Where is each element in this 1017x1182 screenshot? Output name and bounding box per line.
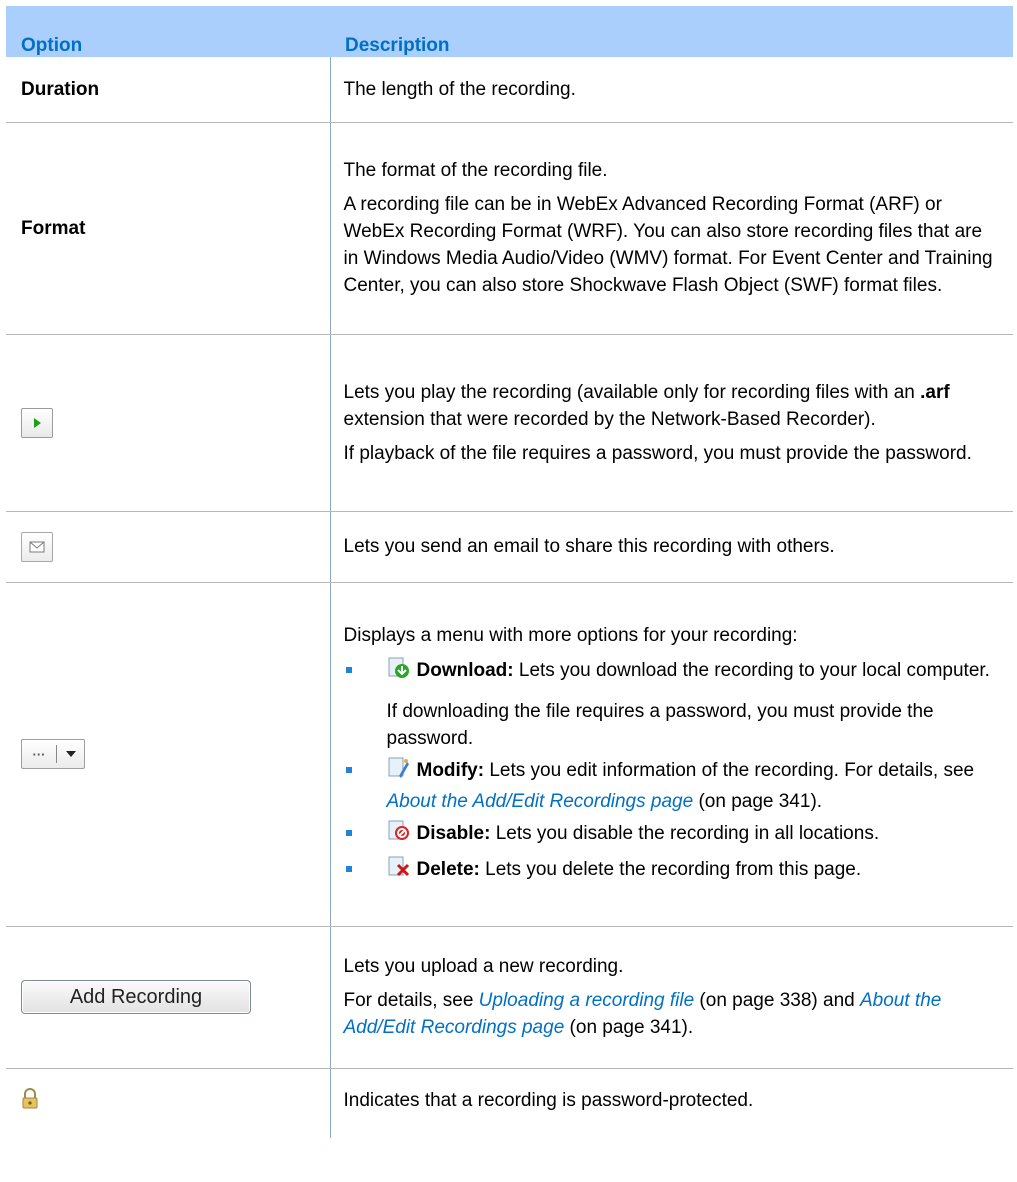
add-text-2: For details, see Uploading a recording f… <box>344 987 1000 1041</box>
option-duration: Duration <box>6 57 330 123</box>
play-button[interactable] <box>21 407 53 438</box>
table-row: Lets you play the recording (available o… <box>6 334 1013 512</box>
link-add-edit-recordings[interactable]: About the Add/Edit Recordings page <box>387 791 694 812</box>
bullet-icon <box>345 866 352 872</box>
play-text-part: extension that were recorded by the Netw… <box>343 408 876 430</box>
ellipsis-icon: ··· <box>32 746 46 762</box>
play-text-1: Lets you play the recording (available o… <box>344 379 1000 433</box>
list-item-modify: Modify: Lets you edit information of the… <box>344 756 1000 815</box>
format-text-1: The format of the recording file. <box>343 160 608 181</box>
description-play: Lets you play the recording (available o… <box>329 334 1013 512</box>
bullet-icon <box>345 767 352 773</box>
lock-text: Indicates that a recording is password-p… <box>343 1089 754 1111</box>
email-text: Lets you send an email to share this rec… <box>343 536 835 557</box>
download-note: If downloading the file requires a passw… <box>386 701 934 749</box>
table-row: Duration The length of the recording. <box>6 57 1013 123</box>
option-format: Format <box>6 122 330 335</box>
delete-text: Lets you delete the recording from this … <box>479 859 862 880</box>
duration-text: The length of the recording. <box>343 78 576 100</box>
description-lock: Indicates that a recording is password-p… <box>329 1068 1013 1138</box>
option-add: Add Recording <box>6 926 330 1069</box>
description-email: Lets you send an email to share this rec… <box>329 511 1013 583</box>
add-text-part: (on page 341). <box>564 1017 694 1038</box>
more-options-list: Download: Lets you download the recordin… <box>344 656 1000 887</box>
add-recording-button[interactable]: Add Recording <box>21 980 251 1014</box>
table-header-row: Option Description <box>6 6 1013 57</box>
table-row: Indicates that a recording is password-p… <box>6 1068 1013 1138</box>
list-item-delete: Delete: Lets you delete the recording fr… <box>344 855 1000 887</box>
list-item-disable: Disable: Lets you disable the recording … <box>344 819 1000 851</box>
format-text-2: A recording file can be in WebEx Advance… <box>343 194 993 296</box>
modify-icon <box>387 756 411 788</box>
list-item-download: Download: Lets you download the recordin… <box>344 656 1000 752</box>
header-option: Option <box>6 6 330 57</box>
table-row: ··· Displays a menu with more options fo… <box>6 582 1013 927</box>
email-button[interactable] <box>21 531 53 562</box>
bullet-icon <box>345 830 352 836</box>
disable-text: Lets you disable the recording in all lo… <box>490 823 880 844</box>
table-row: Lets you send an email to share this rec… <box>6 511 1013 583</box>
modify-text: Lets you edit information of the recordi… <box>484 760 975 781</box>
description-duration: The length of the recording. <box>329 57 1013 123</box>
description-add: Lets you upload a new recording. For det… <box>329 926 1013 1069</box>
envelope-icon <box>29 541 45 552</box>
more-options-button[interactable]: ··· <box>21 739 85 769</box>
modify-tail: (on page 341). <box>693 791 823 812</box>
lock-icon <box>22 1088 38 1109</box>
table-row: Add Recording Lets you upload a new reco… <box>6 926 1013 1069</box>
play-icon <box>34 417 41 428</box>
download-text: Lets you download the recording to your … <box>513 660 990 681</box>
option-email <box>6 511 330 583</box>
download-icon <box>387 656 411 688</box>
add-text-part: (on page 338) and <box>694 990 860 1011</box>
arf-extension: .arf <box>920 381 950 403</box>
play-text-part: Lets you play the recording (available o… <box>343 381 921 403</box>
download-label: Download: <box>416 660 514 681</box>
link-uploading-recording[interactable]: Uploading a recording file <box>479 990 694 1011</box>
option-lock <box>6 1068 330 1138</box>
option-more: ··· <box>6 582 330 927</box>
more-intro: Displays a menu with more options for yo… <box>343 625 798 646</box>
add-text-1: Lets you upload a new recording. <box>343 956 624 977</box>
delete-icon <box>387 855 411 887</box>
modify-label: Modify: <box>416 760 485 781</box>
delete-label: Delete: <box>416 859 480 880</box>
description-more: Displays a menu with more options for yo… <box>329 582 1013 927</box>
option-play <box>6 334 330 512</box>
bullet-icon <box>345 667 352 673</box>
chevron-down-icon <box>57 751 84 757</box>
play-text-2: If playback of the file requires a passw… <box>343 442 972 464</box>
disable-label: Disable: <box>416 823 491 844</box>
description-format: The format of the recording file. A reco… <box>329 122 1013 335</box>
options-table: Option Description Duration The length o… <box>6 6 1013 1138</box>
disable-icon <box>387 819 411 851</box>
add-text-part: For details, see <box>343 990 479 1011</box>
table-row: Format The format of the recording file.… <box>6 122 1013 335</box>
header-description: Description <box>330 6 1013 57</box>
